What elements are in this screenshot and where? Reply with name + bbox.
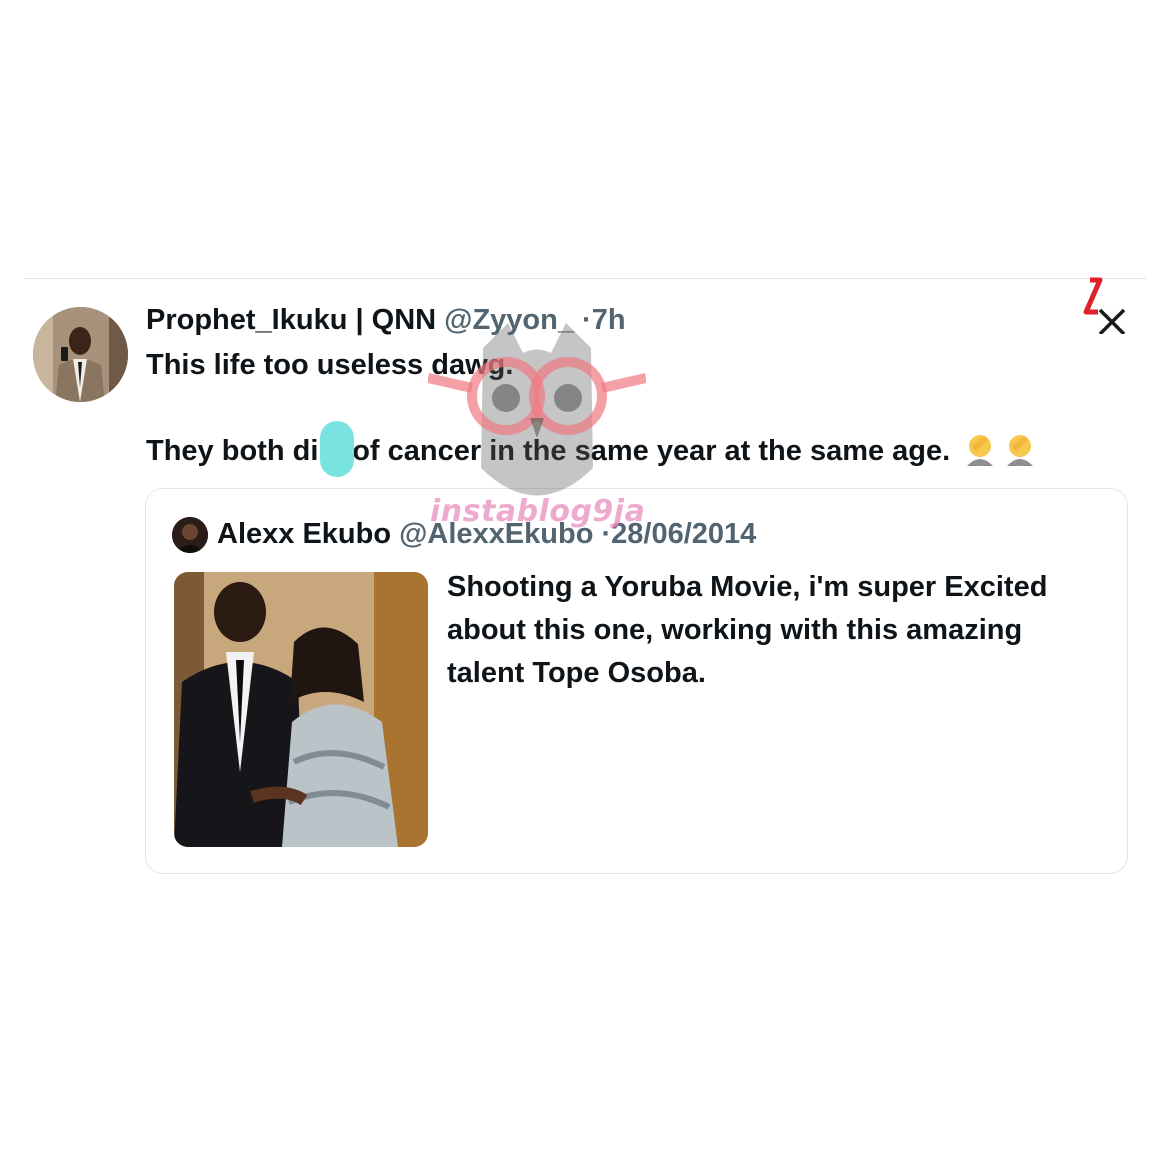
tweet-header: Prophet_Ikuku | QNN @Zyyon_ ·7h xyxy=(146,300,626,340)
quoted-text-line-3: talent Tope Osoba. xyxy=(447,657,706,689)
facepalm-emoji xyxy=(967,435,994,466)
tweet-text-line-2: They both di d of cancer in the same yea… xyxy=(146,430,1038,471)
quoted-photo[interactable] xyxy=(174,572,428,847)
quoted-author-name[interactable]: Alexx Ekubo xyxy=(217,518,391,550)
watermark-text: instablog9ja xyxy=(430,494,646,529)
x-logo-icon xyxy=(1083,277,1126,334)
author-name[interactable]: Prophet_Ikuku | QNN xyxy=(146,304,436,336)
quoted-tweet-card[interactable]: Alexx Ekubo @AlexxEkubo ·28/06/2014 Shoo… xyxy=(145,488,1128,874)
tweet-text-line-1: This life too useless dawg. xyxy=(146,349,514,381)
quoted-author-avatar[interactable] xyxy=(172,517,208,553)
redaction-mark xyxy=(320,421,354,477)
quoted-text-line-2: about this one, working with this amazin… xyxy=(447,614,1023,646)
separator-dot: · xyxy=(582,304,592,336)
facepalm-emoji xyxy=(1007,435,1034,466)
tweet-time[interactable]: 7h xyxy=(592,304,626,336)
top-divider xyxy=(24,278,1146,279)
quoted-text: Shooting a Yoruba Movie, i'm super Excit… xyxy=(447,566,1107,695)
quoted-text-line-1: Shooting a Yoruba Movie, i'm super Excit… xyxy=(447,571,1048,603)
tweet-text-line-2-text: They both di d of cancer in the same yea… xyxy=(146,435,951,467)
author-avatar[interactable] xyxy=(33,307,128,402)
author-handle[interactable]: @Zyyon_ xyxy=(444,304,574,336)
